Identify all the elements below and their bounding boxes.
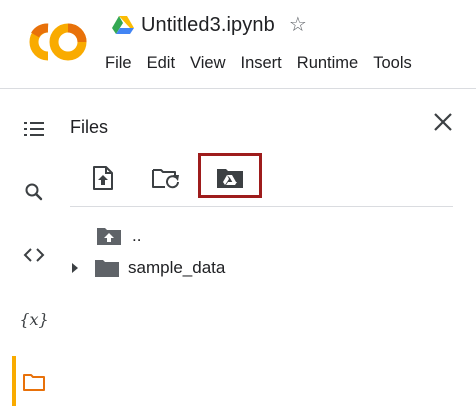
menu-edit[interactable]: Edit bbox=[147, 52, 175, 74]
tree-row-parent[interactable]: .. bbox=[96, 224, 141, 248]
header-divider bbox=[0, 88, 476, 89]
toolbar-divider bbox=[70, 206, 453, 207]
close-icon bbox=[434, 113, 452, 131]
close-panel-button[interactable] bbox=[430, 109, 456, 135]
star-icon[interactable]: ☆ bbox=[289, 15, 307, 35]
menu-file[interactable]: File bbox=[105, 52, 132, 74]
files-panel-title: Files bbox=[70, 117, 109, 137]
refresh-folder-button[interactable] bbox=[146, 158, 186, 198]
variables-icon[interactable]: {x} bbox=[19, 307, 48, 331]
files-folder-icon[interactable] bbox=[20, 370, 48, 394]
code-snippets-icon[interactable] bbox=[20, 243, 48, 267]
notebook-title[interactable]: Untitled3.ipynb bbox=[141, 14, 275, 37]
menu-view[interactable]: View bbox=[190, 52, 225, 74]
active-tab-indicator bbox=[12, 356, 16, 406]
colab-logo[interactable] bbox=[18, 14, 90, 70]
upload-file-icon bbox=[93, 166, 113, 190]
table-of-contents-icon[interactable] bbox=[20, 117, 48, 141]
refresh-folder-icon bbox=[152, 169, 179, 189]
menu-tools[interactable]: Tools bbox=[373, 52, 412, 74]
tree-label-sample-data: sample_data bbox=[128, 258, 226, 277]
menu-bar: File Edit View Insert Runtime Tools bbox=[105, 52, 427, 74]
folder-icon bbox=[95, 260, 119, 277]
google-drive-icon bbox=[112, 16, 134, 34]
upload-file-button[interactable] bbox=[83, 158, 123, 198]
mount-drive-highlight bbox=[198, 153, 262, 198]
menu-insert[interactable]: Insert bbox=[241, 52, 282, 74]
title-row: Untitled3.ipynb ☆ bbox=[112, 10, 307, 40]
folder-up-icon bbox=[97, 228, 121, 245]
search-icon[interactable] bbox=[20, 180, 48, 204]
menu-runtime[interactable]: Runtime bbox=[297, 52, 358, 74]
tree-row-sample-data[interactable]: sample_data bbox=[68, 256, 225, 280]
tree-label-parent: .. bbox=[132, 226, 142, 245]
expand-caret-icon[interactable] bbox=[68, 261, 82, 275]
colab-window: Untitled3.ipynb ☆ File Edit View Insert … bbox=[0, 0, 476, 411]
